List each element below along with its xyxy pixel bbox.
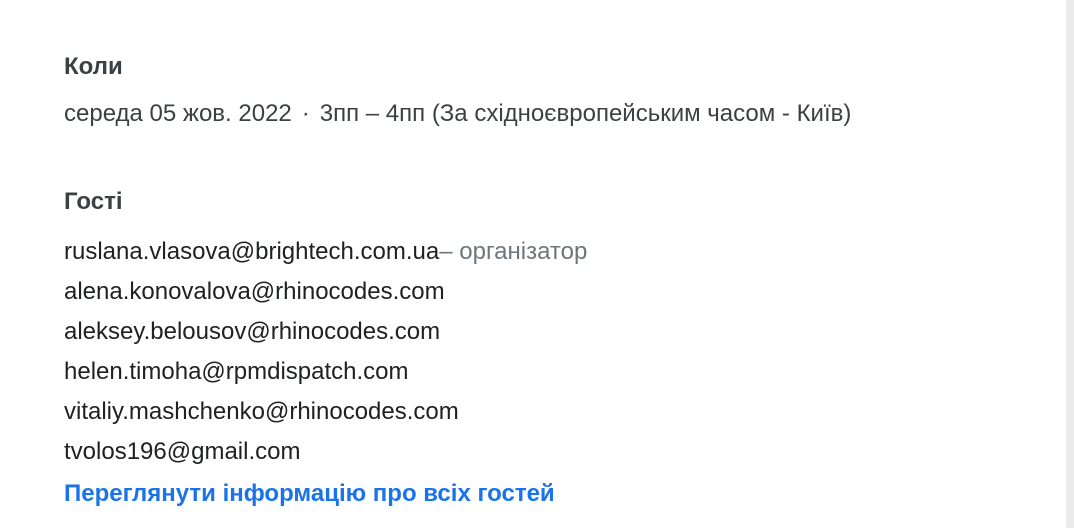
guest-email: helen.timoha@rpmdispatch.com xyxy=(64,358,409,385)
event-details-card: Коли середа 05 жов. 2022 · 3пп – 4пп (За с… xyxy=(0,0,1066,528)
guests-section: Гості ruslana.vlasova@brightech.com.ua– … xyxy=(64,187,587,509)
guest-email: ruslana.vlasova@brightech.com.ua xyxy=(64,238,440,265)
guest-role-organizer: – організатор xyxy=(439,238,588,265)
guests-title: Гості xyxy=(64,188,123,215)
guest-email: tvolos196@gmail.com xyxy=(64,438,301,465)
guest-item: aleksey.belousov@rhinocodes.com xyxy=(64,312,587,352)
view-all-guests-link[interactable]: Переглянути інформацію про всіх гостей xyxy=(64,479,555,509)
guest-email: aleksey.belousov@rhinocodes.com xyxy=(64,318,441,345)
when-datetime: середа 05 жов. 2022 · 3пп – 4пп (За східно… xyxy=(64,99,851,129)
guest-list: ruslana.vlasova@brightech.com.ua– органі… xyxy=(64,232,587,472)
datetime-separator: · xyxy=(301,100,310,127)
guest-item: tvolos196@gmail.com xyxy=(64,432,587,472)
guest-item: vitaliy.mashchenko@rhinocodes.com xyxy=(64,392,587,432)
guest-email: vitaliy.mashchenko@rhinocodes.com xyxy=(64,398,459,425)
guest-item-organizer: ruslana.vlasova@brightech.com.ua– органі… xyxy=(64,232,587,272)
guest-email: alena.konovalova@rhinocodes.com xyxy=(64,278,445,305)
event-time: 3пп – 4пп (За східноєвропейським часом -… xyxy=(319,100,852,127)
guest-item: helen.timoha@rpmdispatch.com xyxy=(64,352,587,392)
when-title: Коли xyxy=(64,53,123,80)
when-section: Коли середа 05 жов. 2022 · 3пп – 4пп (За с… xyxy=(64,52,851,129)
event-date: середа 05 жов. 2022 xyxy=(64,100,292,127)
guest-item: alena.konovalova@rhinocodes.com xyxy=(64,272,587,312)
